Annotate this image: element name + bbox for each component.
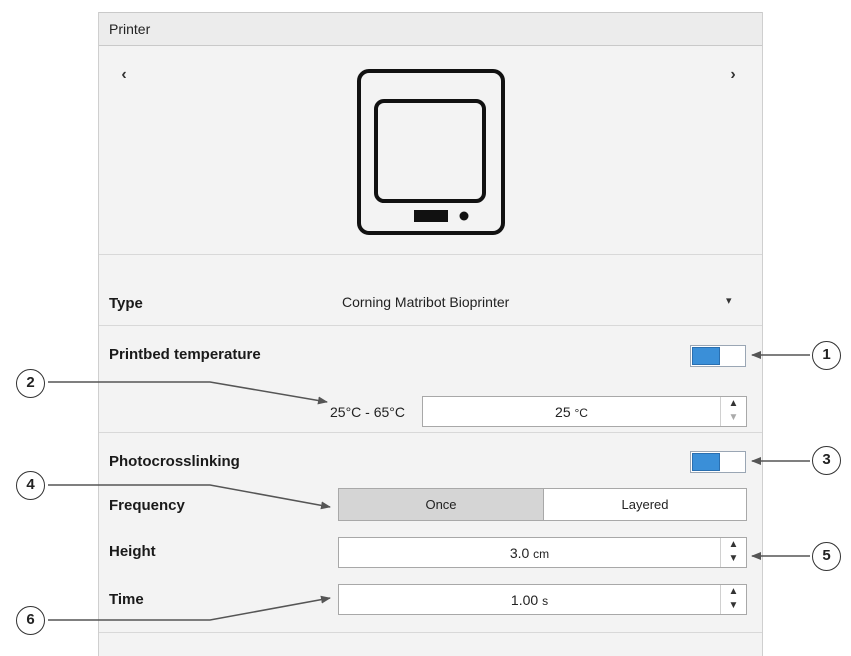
callout-line-2 [48, 381, 328, 405]
callout-1: 1 [812, 341, 841, 370]
callout-3: 3 [812, 446, 841, 475]
callout-2: 2 [16, 369, 45, 398]
callout-5: 5 [812, 542, 841, 571]
callout-line-4 [48, 484, 331, 510]
callout-4: 4 [16, 471, 45, 500]
callout-lines [48, 351, 810, 621]
callout-6: 6 [16, 606, 45, 635]
callout-line-6 [48, 595, 331, 621]
